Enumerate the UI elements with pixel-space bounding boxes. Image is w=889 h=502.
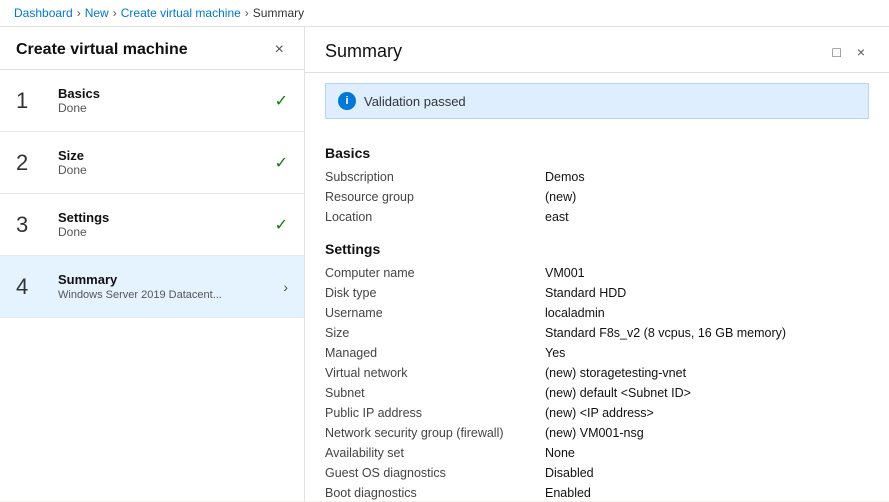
close-button[interactable]: × xyxy=(271,42,288,58)
detail-label: Availability set xyxy=(325,446,545,460)
panel-title: Create virtual machine xyxy=(16,41,188,59)
detail-label: Public IP address xyxy=(325,406,545,420)
table-row: Boot diagnosticsEnabled xyxy=(325,483,869,501)
basics-rows: SubscriptionDemosResource group(new)Loca… xyxy=(325,167,869,227)
detail-value: Demos xyxy=(545,170,585,184)
detail-label: Disk type xyxy=(325,286,545,300)
settings-rows: Computer nameVM001Disk typeStandard HDDU… xyxy=(325,263,869,501)
table-row: Locationeast xyxy=(325,207,869,227)
detail-value: None xyxy=(545,446,575,460)
detail-value: (new) xyxy=(545,190,576,204)
table-row: Disk typeStandard HDD xyxy=(325,283,869,303)
checkmark-icon-2: ✓ xyxy=(275,153,288,173)
chevron-icon-4: › xyxy=(283,279,288,295)
table-row: Availability setNone xyxy=(325,443,869,463)
detail-label: Location xyxy=(325,210,545,224)
detail-label: Virtual network xyxy=(325,366,545,380)
step-info-3: SettingsDone xyxy=(58,210,275,239)
detail-label: Boot diagnostics xyxy=(325,486,545,500)
validation-text: Validation passed xyxy=(364,94,466,109)
summary-title: Summary xyxy=(325,41,402,62)
table-row: Public IP address(new) <IP address> xyxy=(325,403,869,423)
table-row: Virtual network(new) storagetesting-vnet xyxy=(325,363,869,383)
right-panel: Summary □ × i Validation passed Basics S… xyxy=(305,27,889,501)
step-number-1: 1 xyxy=(16,88,48,114)
detail-label: Resource group xyxy=(325,190,545,204)
validation-bar: i Validation passed xyxy=(325,83,869,119)
detail-label: Guest OS diagnostics xyxy=(325,466,545,480)
table-row: SubscriptionDemos xyxy=(325,167,869,187)
breadcrumb-current: Summary xyxy=(253,6,304,20)
step-number-3: 3 xyxy=(16,212,48,238)
step-status-1: Done xyxy=(58,101,275,115)
table-row: Subnet(new) default <Subnet ID> xyxy=(325,383,869,403)
checkmark-icon-3: ✓ xyxy=(275,215,288,235)
settings-section-title: Settings xyxy=(325,241,869,257)
close-panel-button[interactable]: × xyxy=(853,44,869,60)
step-item-basics[interactable]: 1 BasicsDone✓ xyxy=(0,70,304,132)
table-row: Computer nameVM001 xyxy=(325,263,869,283)
detail-value: Enabled xyxy=(545,486,591,500)
detail-label: Computer name xyxy=(325,266,545,280)
step-item-size[interactable]: 2 SizeDone✓ xyxy=(0,132,304,194)
detail-label: Network security group (firewall) xyxy=(325,426,545,440)
breadcrumb-create-vm[interactable]: Create virtual machine xyxy=(121,6,241,20)
step-info-2: SizeDone xyxy=(58,148,275,177)
detail-value: localadmin xyxy=(545,306,605,320)
table-row: ManagedYes xyxy=(325,343,869,363)
table-row: Network security group (firewall)(new) V… xyxy=(325,423,869,443)
table-row: Guest OS diagnosticsDisabled xyxy=(325,463,869,483)
detail-value: (new) VM001-nsg xyxy=(545,426,644,440)
breadcrumb-new[interactable]: New xyxy=(85,6,109,20)
detail-value: VM001 xyxy=(545,266,585,280)
step-name-1: Basics xyxy=(58,86,275,101)
step-status-2: Done xyxy=(58,163,275,177)
maximize-button[interactable]: □ xyxy=(828,44,844,60)
window-controls: □ × xyxy=(828,44,869,60)
step-number-2: 2 xyxy=(16,150,48,176)
table-row: SizeStandard F8s_v2 (8 vcpus, 16 GB memo… xyxy=(325,323,869,343)
detail-value: Standard HDD xyxy=(545,286,626,300)
info-icon: i xyxy=(338,92,356,110)
step-item-settings[interactable]: 3 SettingsDone✓ xyxy=(0,194,304,256)
detail-label: Managed xyxy=(325,346,545,360)
detail-value: Standard F8s_v2 (8 vcpus, 16 GB memory) xyxy=(545,326,786,340)
detail-label: Size xyxy=(325,326,545,340)
detail-label: Subscription xyxy=(325,170,545,184)
basics-section-title: Basics xyxy=(325,145,869,161)
detail-value: east xyxy=(545,210,569,224)
step-item-summary[interactable]: 4 Summary Windows Server 2019 Datacent...› xyxy=(0,256,304,318)
left-panel-header: Create virtual machine × xyxy=(0,27,304,70)
detail-value: Yes xyxy=(545,346,565,360)
step-info-1: BasicsDone xyxy=(58,86,275,115)
detail-label: Subnet xyxy=(325,386,545,400)
right-panel-header: Summary □ × xyxy=(305,27,889,73)
step-info-4: Summary Windows Server 2019 Datacent... xyxy=(58,272,283,301)
step-number-4: 4 xyxy=(16,274,48,300)
table-row: Resource group(new) xyxy=(325,187,869,207)
step-subtitle-4: Windows Server 2019 Datacent... xyxy=(58,289,283,301)
breadcrumb: Dashboard › New › Create virtual machine… xyxy=(0,0,889,27)
summary-content: Basics SubscriptionDemosResource group(n… xyxy=(305,129,889,501)
detail-value: Disabled xyxy=(545,466,594,480)
detail-label: Username xyxy=(325,306,545,320)
steps-list: 1BasicsDone✓2SizeDone✓3SettingsDone✓4Sum… xyxy=(0,70,304,501)
checkmark-icon-1: ✓ xyxy=(275,91,288,111)
detail-value: (new) storagetesting-vnet xyxy=(545,366,686,380)
step-status-3: Done xyxy=(58,225,275,239)
step-name-3: Settings xyxy=(58,210,275,225)
detail-value: (new) default <Subnet ID> xyxy=(545,386,691,400)
step-name-4: Summary xyxy=(58,272,283,287)
detail-value: (new) <IP address> xyxy=(545,406,654,420)
step-name-2: Size xyxy=(58,148,275,163)
breadcrumb-dashboard[interactable]: Dashboard xyxy=(14,6,73,20)
left-panel: Create virtual machine × 1BasicsDone✓2Si… xyxy=(0,27,305,501)
table-row: Usernamelocaladmin xyxy=(325,303,869,323)
